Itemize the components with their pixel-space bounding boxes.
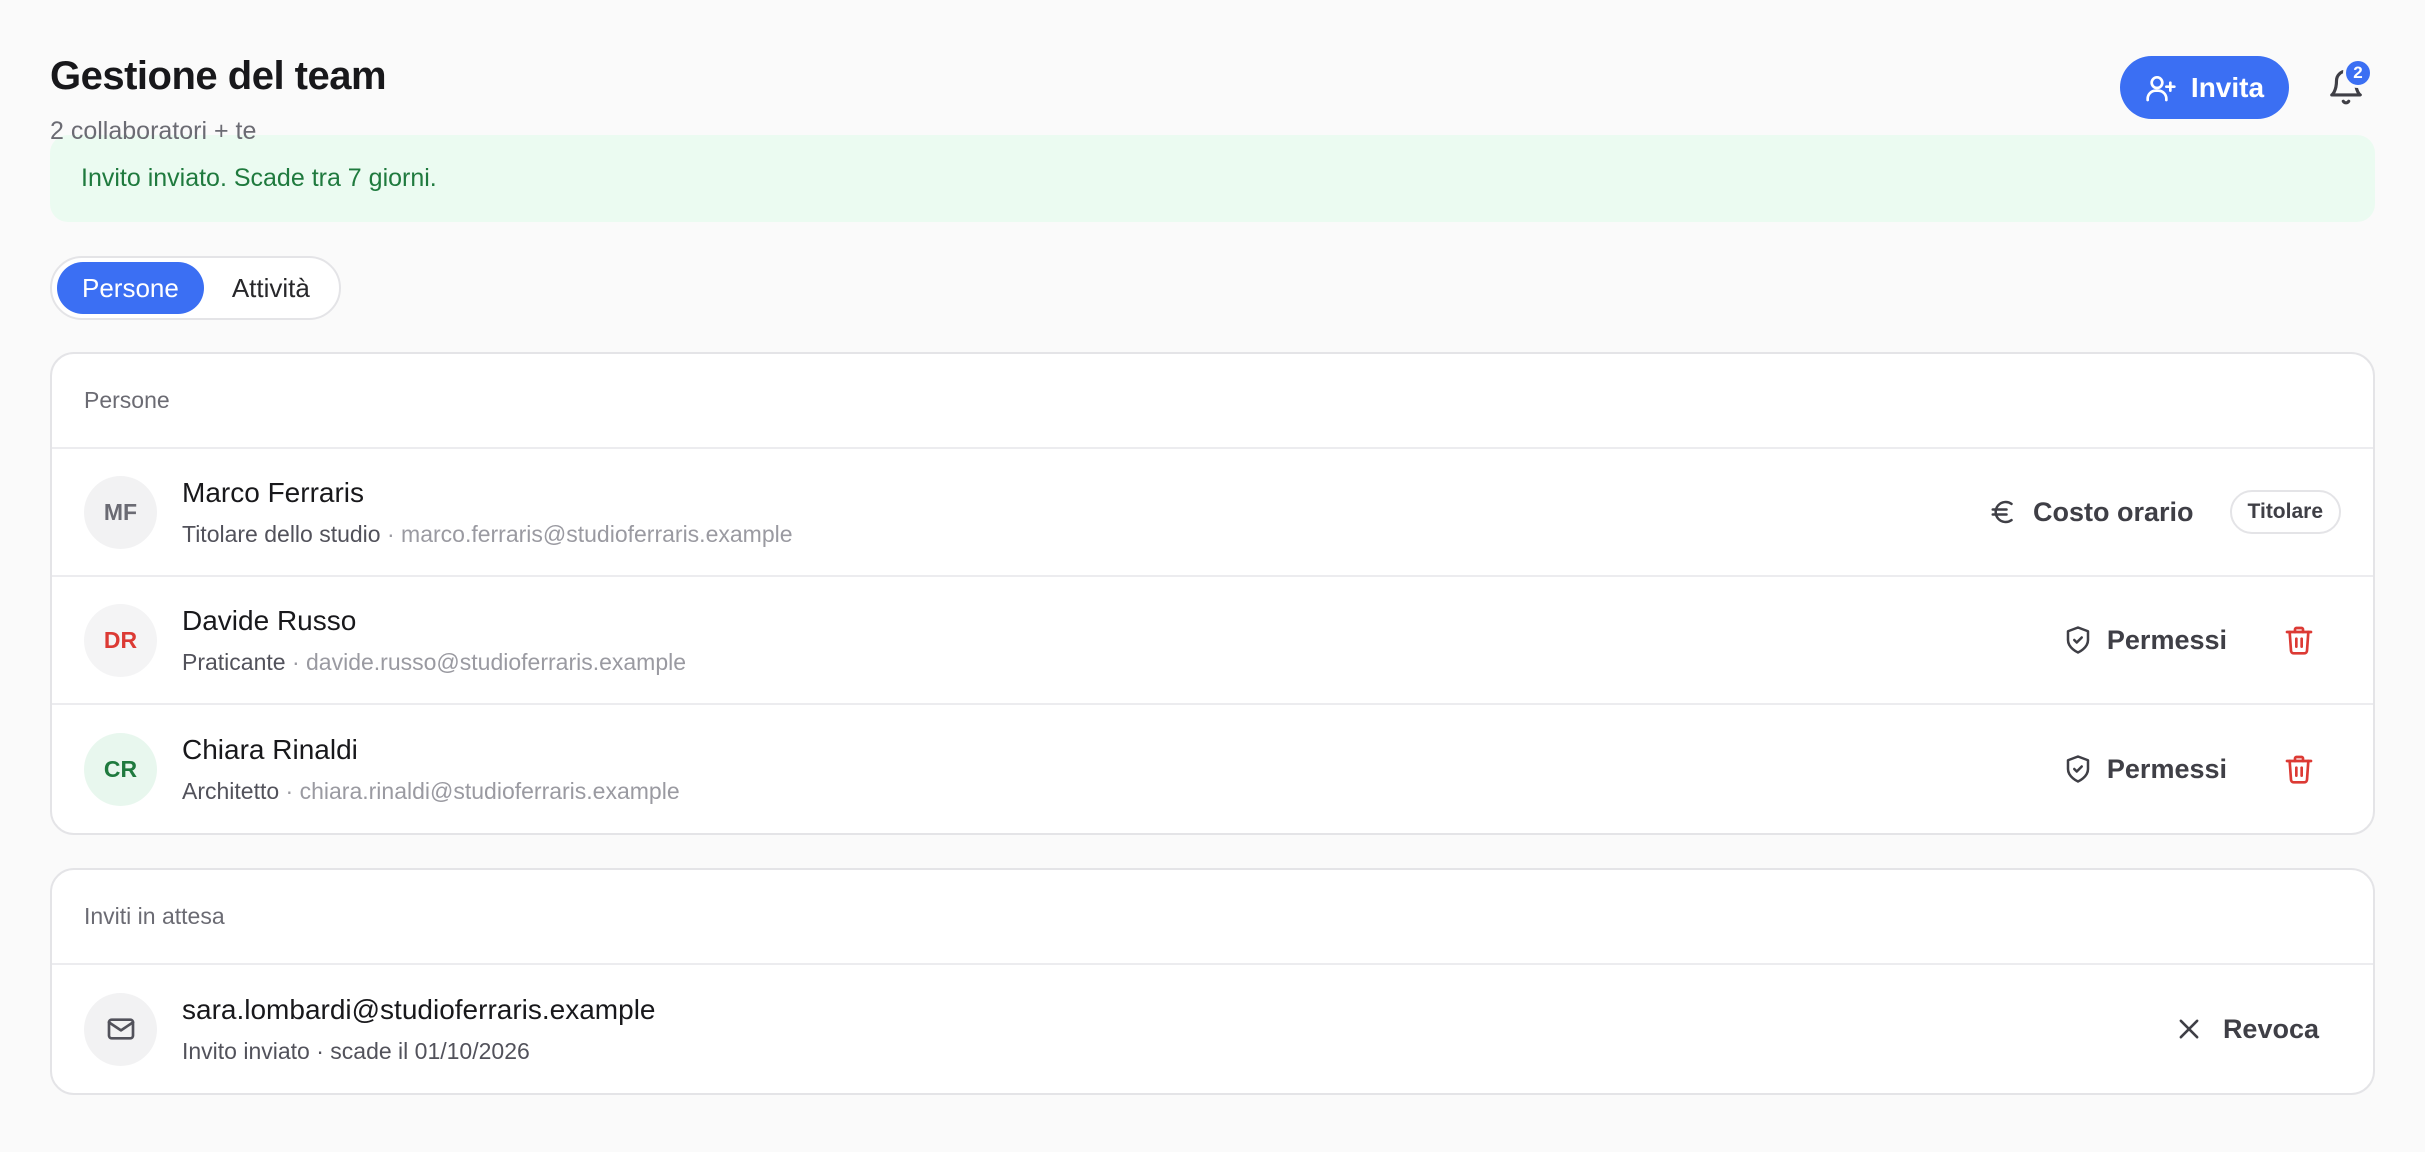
invite-button[interactable]: Invita (2120, 56, 2289, 119)
invite-avatar (84, 992, 157, 1066)
trash-icon (2285, 755, 2313, 784)
meta-separator: · (279, 777, 300, 804)
person-info: Davide Russo Praticante · davide.russo@s… (182, 605, 686, 676)
permissions-label: Permessi (2106, 753, 2227, 784)
invite-row: sara.lombardi@studioferraris.example Inv… (52, 965, 2373, 1093)
avatar: CR (84, 732, 157, 806)
remove-member-button[interactable] (2279, 620, 2319, 660)
trash-icon (2285, 626, 2313, 655)
people-card: Persone MF Marco Ferraris Titolare dello… (50, 352, 2375, 835)
person-name: Davide Russo (182, 604, 357, 636)
invite-info: sara.lombardi@studioferraris.example Inv… (182, 994, 656, 1065)
person-info: Marco Ferraris Titolare dello studio · m… (182, 477, 793, 548)
tab-attivita[interactable]: Attività (208, 262, 334, 314)
notification-count-badge: 2 (2343, 58, 2373, 88)
invite-actions: Revoca (2175, 1014, 2341, 1045)
page-header: Gestione del team 2 collaboratori + te I… (50, 54, 2375, 184)
person-meta: Praticante · davide.russo@studioferraris… (182, 649, 686, 676)
pending-invites-card: Inviti in attesa sara.lombardi@studiofer… (50, 868, 2375, 1095)
close-icon (2179, 1019, 2199, 1039)
avatar: MF (84, 475, 157, 549)
euro-icon (1991, 500, 2013, 524)
person-name: Marco Ferraris (182, 476, 365, 508)
permissions-button[interactable]: Permessi (2063, 625, 2227, 656)
shield-check-icon (2066, 626, 2090, 654)
person-email: marco.ferraris@studioferraris.example (401, 520, 793, 547)
revoke-invite-button[interactable]: Revoca (2175, 1014, 2319, 1045)
pending-invites-heading: Inviti in attesa (52, 870, 2373, 965)
person-email: chiara.rinaldi@studioferraris.example (299, 777, 680, 804)
invite-button-label: Invita (2190, 71, 2265, 103)
view-tabs: Persone Attività (50, 256, 341, 320)
mail-icon (107, 1018, 134, 1040)
person-role: Titolare dello studio (182, 520, 381, 547)
avatar: DR (84, 603, 157, 677)
shield-check-icon (2066, 755, 2090, 783)
page-subtitle: 2 collaboratori + te (50, 117, 257, 145)
remove-member-button[interactable] (2279, 749, 2319, 789)
meta-separator: · (285, 648, 307, 675)
permissions-button[interactable]: Permessi (2063, 754, 2227, 785)
page-title: Gestione del team (50, 54, 387, 98)
row-actions: Permessi (2063, 749, 2341, 789)
person-meta: Titolare dello studio · marco.ferraris@s… (182, 521, 793, 548)
revoke-label: Revoca (2222, 1013, 2319, 1044)
meta-separator: · (380, 520, 402, 547)
person-row: CR Chiara Rinaldi Architetto · chiara.ri… (52, 705, 2373, 833)
person-meta: Architetto · chiara.rinaldi@studioferrar… (182, 778, 680, 805)
row-actions: Costo orario Titolare (1989, 490, 2341, 534)
tab-persone[interactable]: Persone (57, 262, 204, 314)
person-email: davide.russo@studioferraris.example (306, 648, 687, 675)
hourly-cost-button[interactable]: Costo orario (1989, 497, 2194, 528)
hourly-cost-label: Costo orario (2033, 496, 2194, 527)
person-role: Architetto (182, 777, 280, 804)
invite-email: sara.lombardi@studioferraris.example (182, 993, 656, 1025)
person-row: DR Davide Russo Praticante · davide.russ… (52, 577, 2373, 705)
person-row: MF Marco Ferraris Titolare dello studio … (52, 449, 2373, 577)
owner-badge: Titolare (2229, 490, 2341, 534)
invite-status: Invito inviato · scade il 01/10/2026 (182, 1037, 530, 1064)
row-actions: Permessi (2063, 620, 2341, 660)
person-name: Chiara Rinaldi (182, 733, 358, 765)
notifications-button[interactable]: 2 (2323, 58, 2373, 110)
team-management-page: Gestione del team 2 collaboratori + te I… (0, 0, 2425, 1152)
user-plus-icon (2146, 75, 2176, 101)
person-info: Chiara Rinaldi Architetto · chiara.rinal… (182, 734, 680, 805)
person-role: Praticante (182, 648, 286, 675)
people-card-heading: Persone (52, 354, 2373, 449)
permissions-label: Permessi (2106, 624, 2227, 655)
